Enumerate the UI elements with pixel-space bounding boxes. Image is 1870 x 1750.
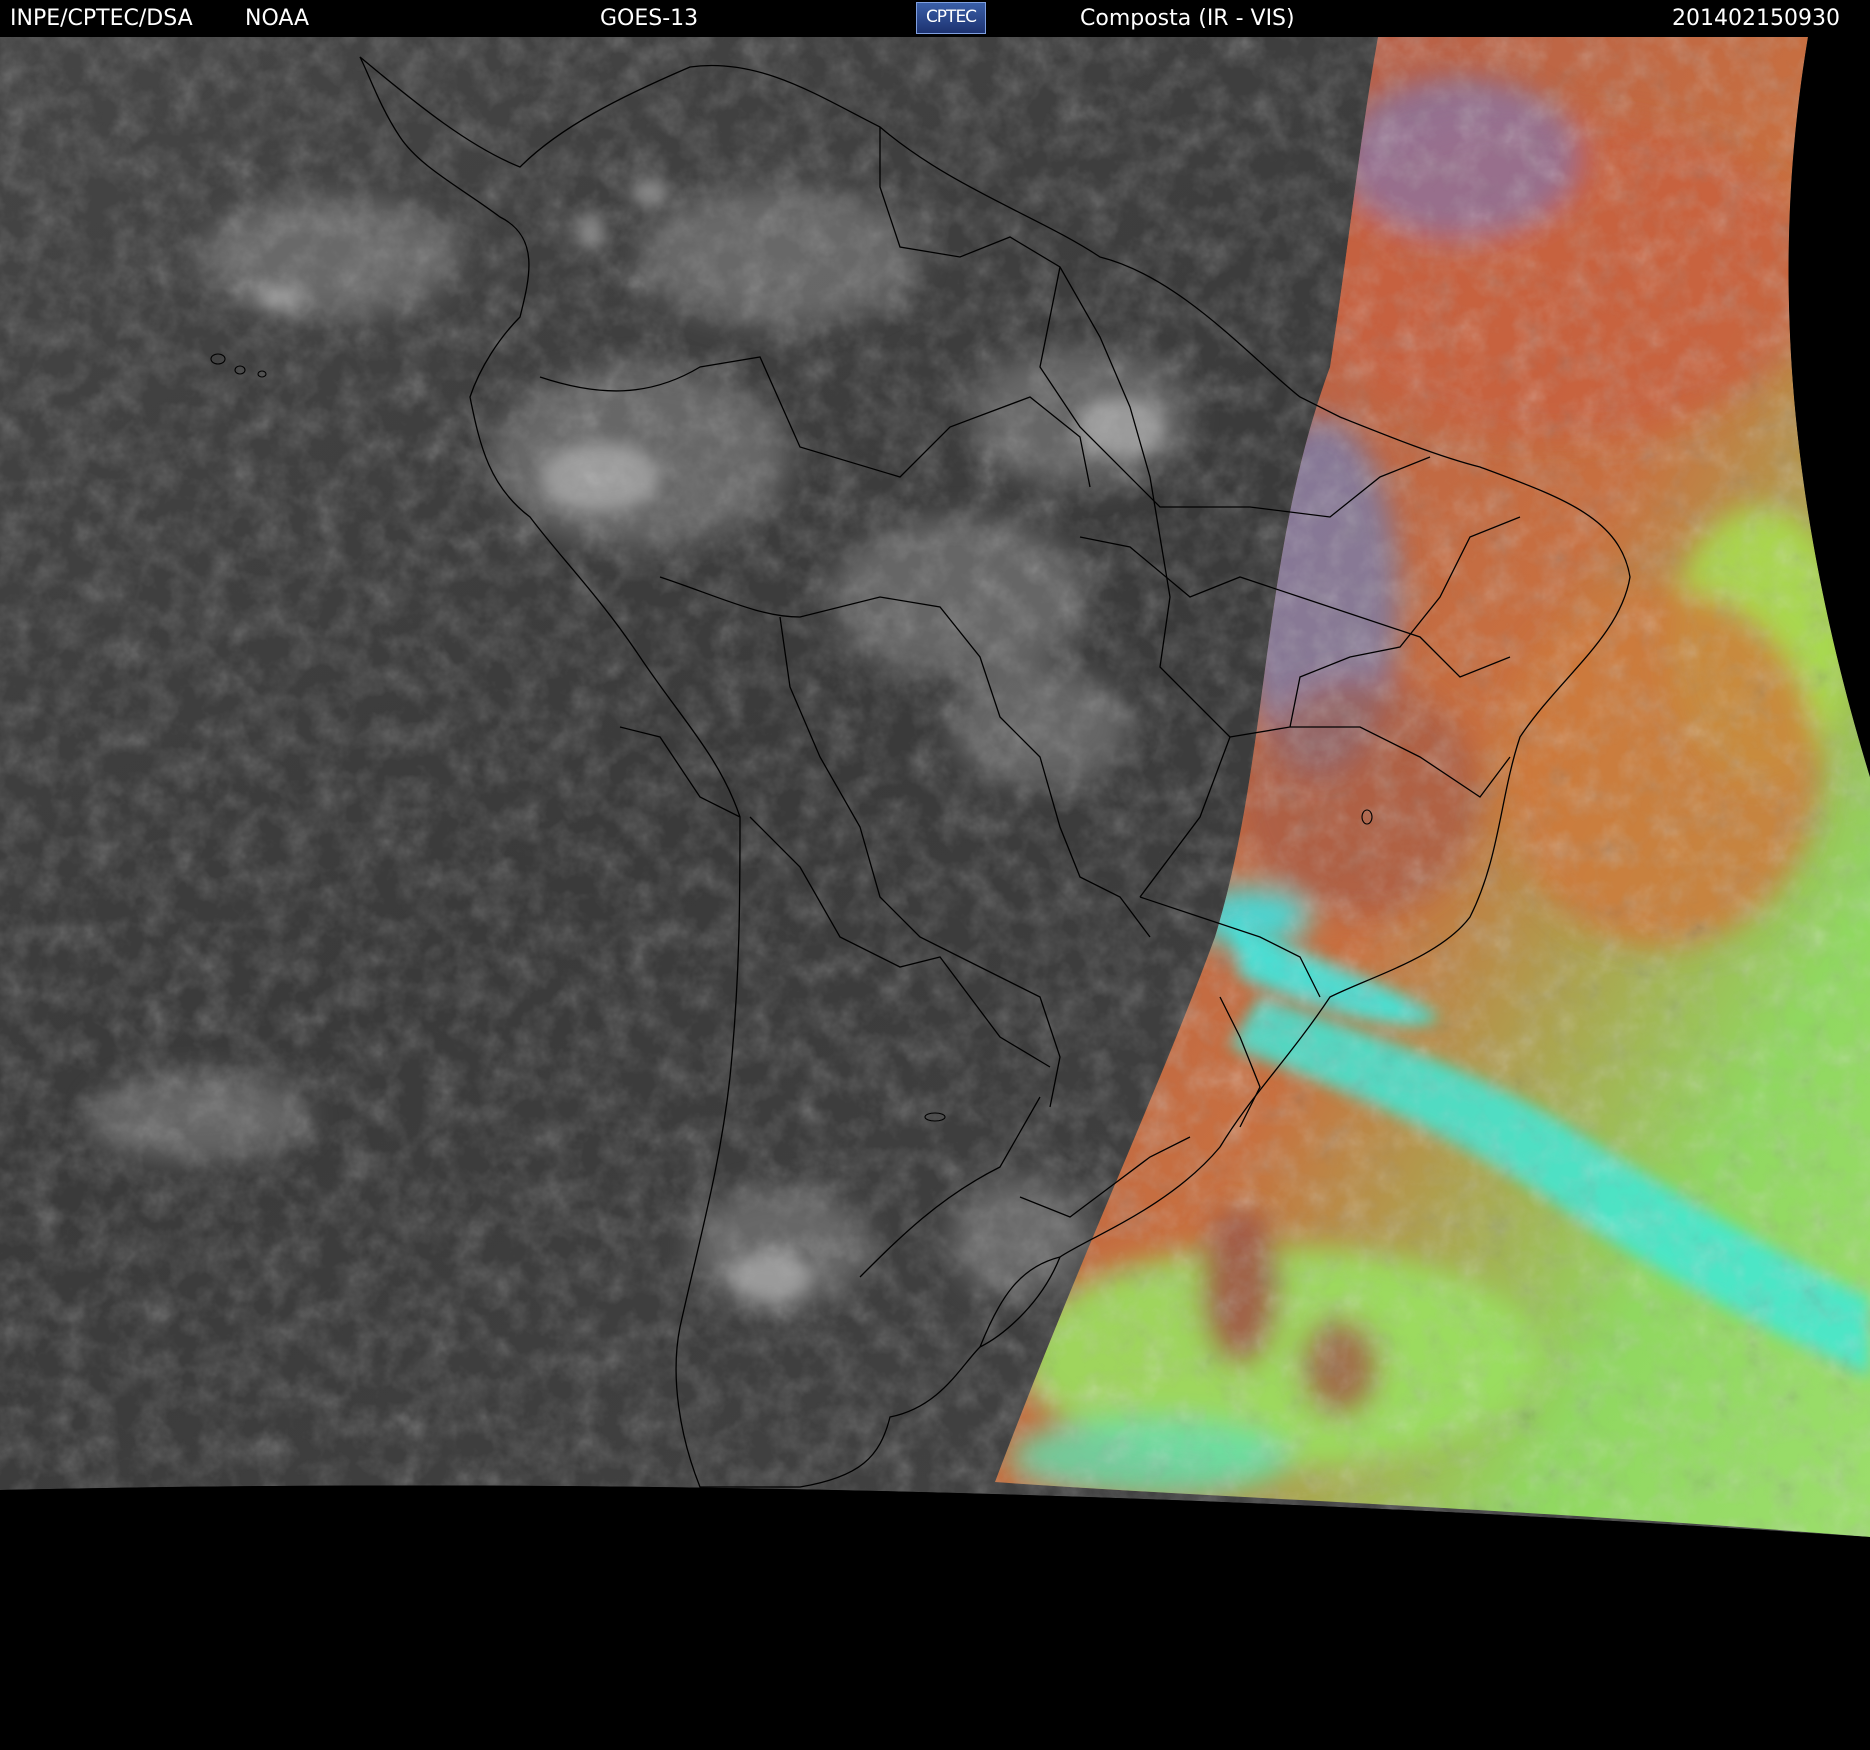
space-bottom: [0, 1485, 1870, 1750]
timestamp-label: 201402150930: [1672, 6, 1840, 31]
image-header-bar: INPE/CPTEC/DSA NOAA GOES-13 CPTEC Compos…: [0, 0, 1870, 37]
product-label: Composta (IR - VIS): [1080, 6, 1295, 31]
organization-label: INPE/CPTEC/DSA: [10, 6, 193, 31]
agency-label: NOAA: [245, 6, 310, 31]
satellite-label: GOES-13: [600, 6, 699, 31]
cptec-logo: CPTEC: [916, 2, 986, 34]
satellite-map: [0, 37, 1870, 1750]
